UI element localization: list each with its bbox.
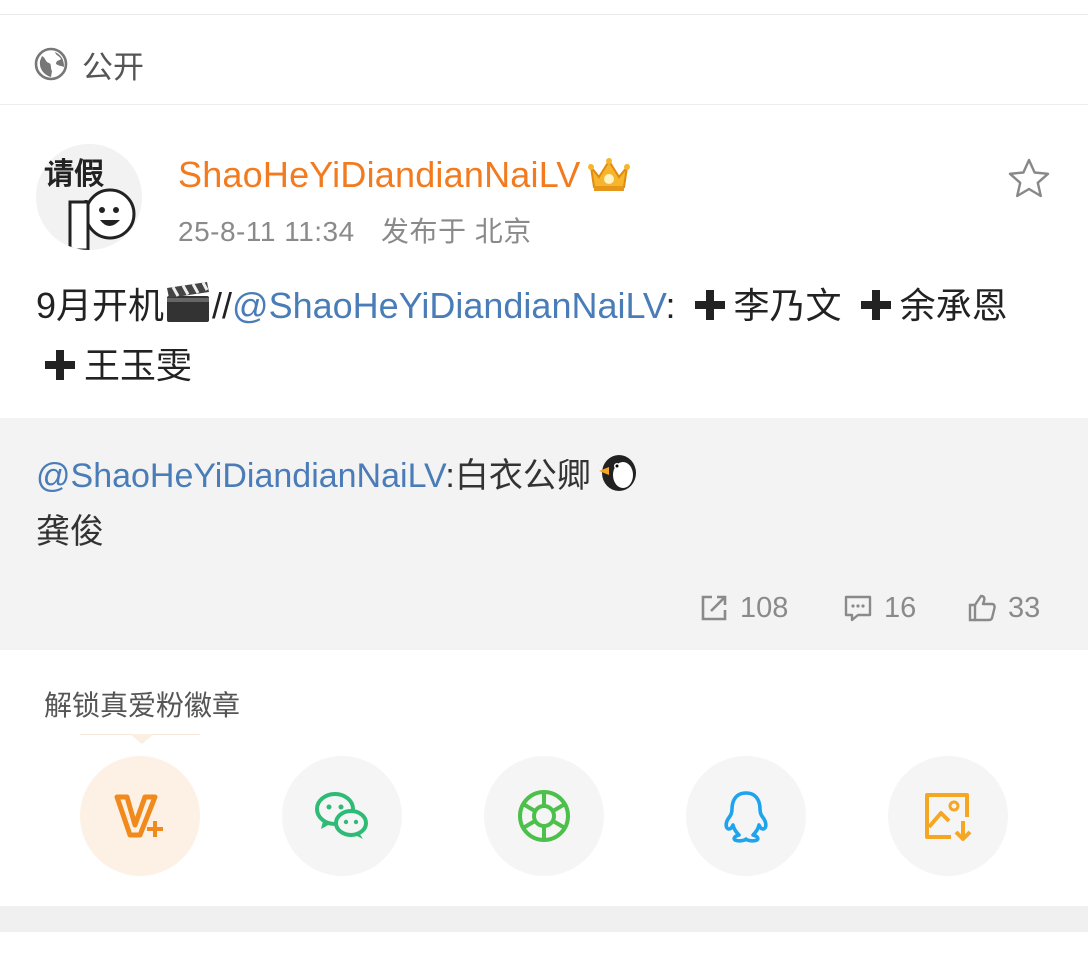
repost-second-line: 龚俊 (36, 513, 104, 551)
clapperboard-icon (167, 281, 210, 322)
share-arrow-icon (701, 595, 727, 621)
repost-count: 108 (740, 591, 789, 624)
post-name-2: 余承恩 (899, 285, 1008, 326)
post-location: 发布于 北京 (380, 216, 532, 247)
author-name[interactable]: ShaoHeYiDiandianNaiLV (178, 154, 580, 196)
plus-icon (45, 350, 75, 380)
mention-link[interactable]: @ShaoHeYiDiandianNaiLV (232, 285, 665, 326)
repost-first-line: :白衣公卿 (445, 457, 591, 495)
post-body: 9月开机 //@ShaoHeYiDiandianNaiLV: 李乃文 余承恩 王… (36, 276, 1046, 396)
unlock-badge-label: 解锁真爱粉徽章 (44, 690, 241, 721)
qq-icon (724, 791, 768, 843)
wechat-share-button[interactable] (282, 756, 402, 876)
v-plus-icon (114, 794, 163, 838)
save-image-icon (925, 793, 972, 841)
visibility-row: 公开 (34, 42, 144, 86)
v-plus-button[interactable] (80, 756, 200, 876)
moments-icon (518, 790, 570, 842)
like-count: 33 (1008, 591, 1041, 624)
repost-text: @ShaoHeYiDiandianNaiLV:白衣公卿 龚俊 (36, 448, 1046, 560)
repost-mention-link[interactable]: @ShaoHeYiDiandianNaiLV (36, 457, 445, 495)
post-separator: // (212, 285, 233, 326)
moments-share-button[interactable] (484, 756, 604, 876)
reposted-content[interactable]: @ShaoHeYiDiandianNaiLV:白衣公卿 龚俊 108 16 33 (0, 418, 1088, 650)
visibility-label: 公开 (82, 49, 144, 85)
qq-share-button[interactable] (686, 756, 806, 876)
plus-icon (694, 290, 725, 320)
post-name-3: 王玉雯 (84, 345, 193, 386)
plus-icon (860, 290, 891, 320)
like-count-button[interactable]: 33 (966, 588, 1040, 628)
section-divider (0, 104, 1088, 105)
star-icon[interactable] (1006, 156, 1052, 202)
thumbs-up-icon (968, 594, 996, 622)
post-text-start: 9月开机 (36, 285, 165, 326)
comment-count: 16 (884, 591, 917, 624)
post-meta: 25-8-11 11:34 发布于 北京 (178, 210, 532, 250)
globe-icon (34, 47, 68, 81)
wechat-icon (315, 792, 368, 839)
bottom-bar (0, 906, 1088, 932)
top-divider (0, 14, 1088, 15)
post-name-1: 李乃文 (733, 285, 842, 326)
penguin-icon (598, 455, 636, 491)
post-colon: : (665, 285, 676, 326)
comment-count-button[interactable]: 16 (842, 588, 916, 628)
comment-icon (844, 595, 872, 622)
crown-icon (588, 158, 631, 191)
post-time: 25-8-11 11:34 (178, 216, 355, 247)
avatar-lettering: 请假 (44, 157, 104, 192)
save-image-button[interactable] (888, 756, 1008, 876)
avatar[interactable]: 请假 (36, 144, 142, 250)
unlock-pointer (130, 734, 154, 744)
author-row: ShaoHeYiDiandianNaiLV (178, 150, 632, 200)
repost-count-button[interactable]: 108 (698, 588, 788, 628)
avatar-image: 请假 (36, 144, 142, 250)
